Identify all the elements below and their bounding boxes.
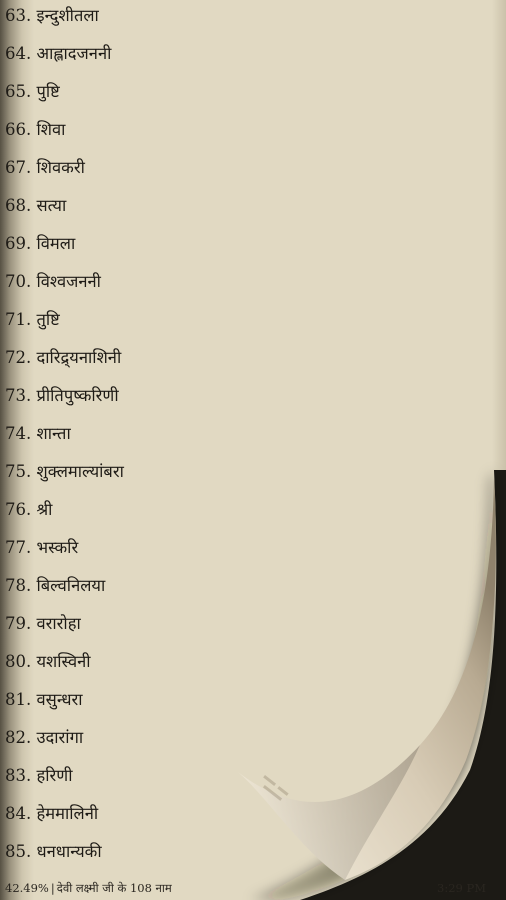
reader-page[interactable]: 63. इन्दुशीतला 64. आह्लादजननी 65. पुष्टि… — [0, 0, 506, 900]
list-item: 68. सत्या — [5, 196, 67, 215]
clock: 3:29 PM — [437, 881, 486, 895]
list-item: 78. बिल्वनिलया — [5, 576, 106, 595]
list-item: 85. धनधान्यकी — [5, 842, 102, 861]
list-item: 69. विमला — [5, 234, 76, 253]
page-edge-shadow — [492, 0, 506, 470]
list-item: 73. प्रीतिपुष्करिणी — [5, 386, 119, 405]
list-item: 63. इन्दुशीतला — [5, 6, 99, 25]
book-title: देवी लक्ष्मी जी के 108 नाम — [56, 881, 172, 895]
list-item: 76. श्री — [5, 500, 53, 519]
list-item: 71. तुष्टि — [5, 310, 60, 329]
curl-back — [238, 478, 496, 880]
list-item: 75. शुक्लमाल्यांबरा — [5, 462, 124, 481]
list-item: 80. यशस्विनी — [5, 652, 91, 671]
list-item: 66. शिवा — [5, 120, 66, 139]
list-item: 74. शान्ता — [5, 424, 71, 443]
list-item: 72. दारिद्र्यनाशिनी — [5, 348, 122, 367]
curl-fold — [238, 745, 420, 880]
progress-percent: 42.49% — [5, 881, 49, 895]
list-item: 65. पुष्टि — [5, 82, 60, 101]
list-item: 81. वसुन्धरा — [5, 690, 83, 709]
list-item: 67. शिवकरी — [5, 158, 85, 177]
list-item: 82. उदारांगा — [5, 728, 84, 747]
status-bar: 42.49% | देवी लक्ष्मी जी के 108 नाम 3:29 P… — [0, 876, 506, 900]
list-item: 70. विश्वजननी — [5, 272, 101, 291]
curl-mirror-text — [262, 775, 289, 801]
list-item: 64. आह्लादजननी — [5, 44, 112, 63]
list-item: 83. हरिणी — [5, 766, 73, 785]
list-item: 79. वरारोहा — [5, 614, 81, 633]
reading-progress: 42.49% | देवी लक्ष्मी जी के 108 नाम — [5, 881, 172, 896]
status-separator: | — [50, 881, 55, 895]
list-item: 77. भस्करि — [5, 538, 79, 557]
curl-revealed-area — [300, 470, 506, 900]
curl-shadow — [250, 470, 496, 900]
page-curl[interactable] — [0, 0, 506, 900]
list-item: 84. हेममालिनी — [5, 804, 99, 823]
